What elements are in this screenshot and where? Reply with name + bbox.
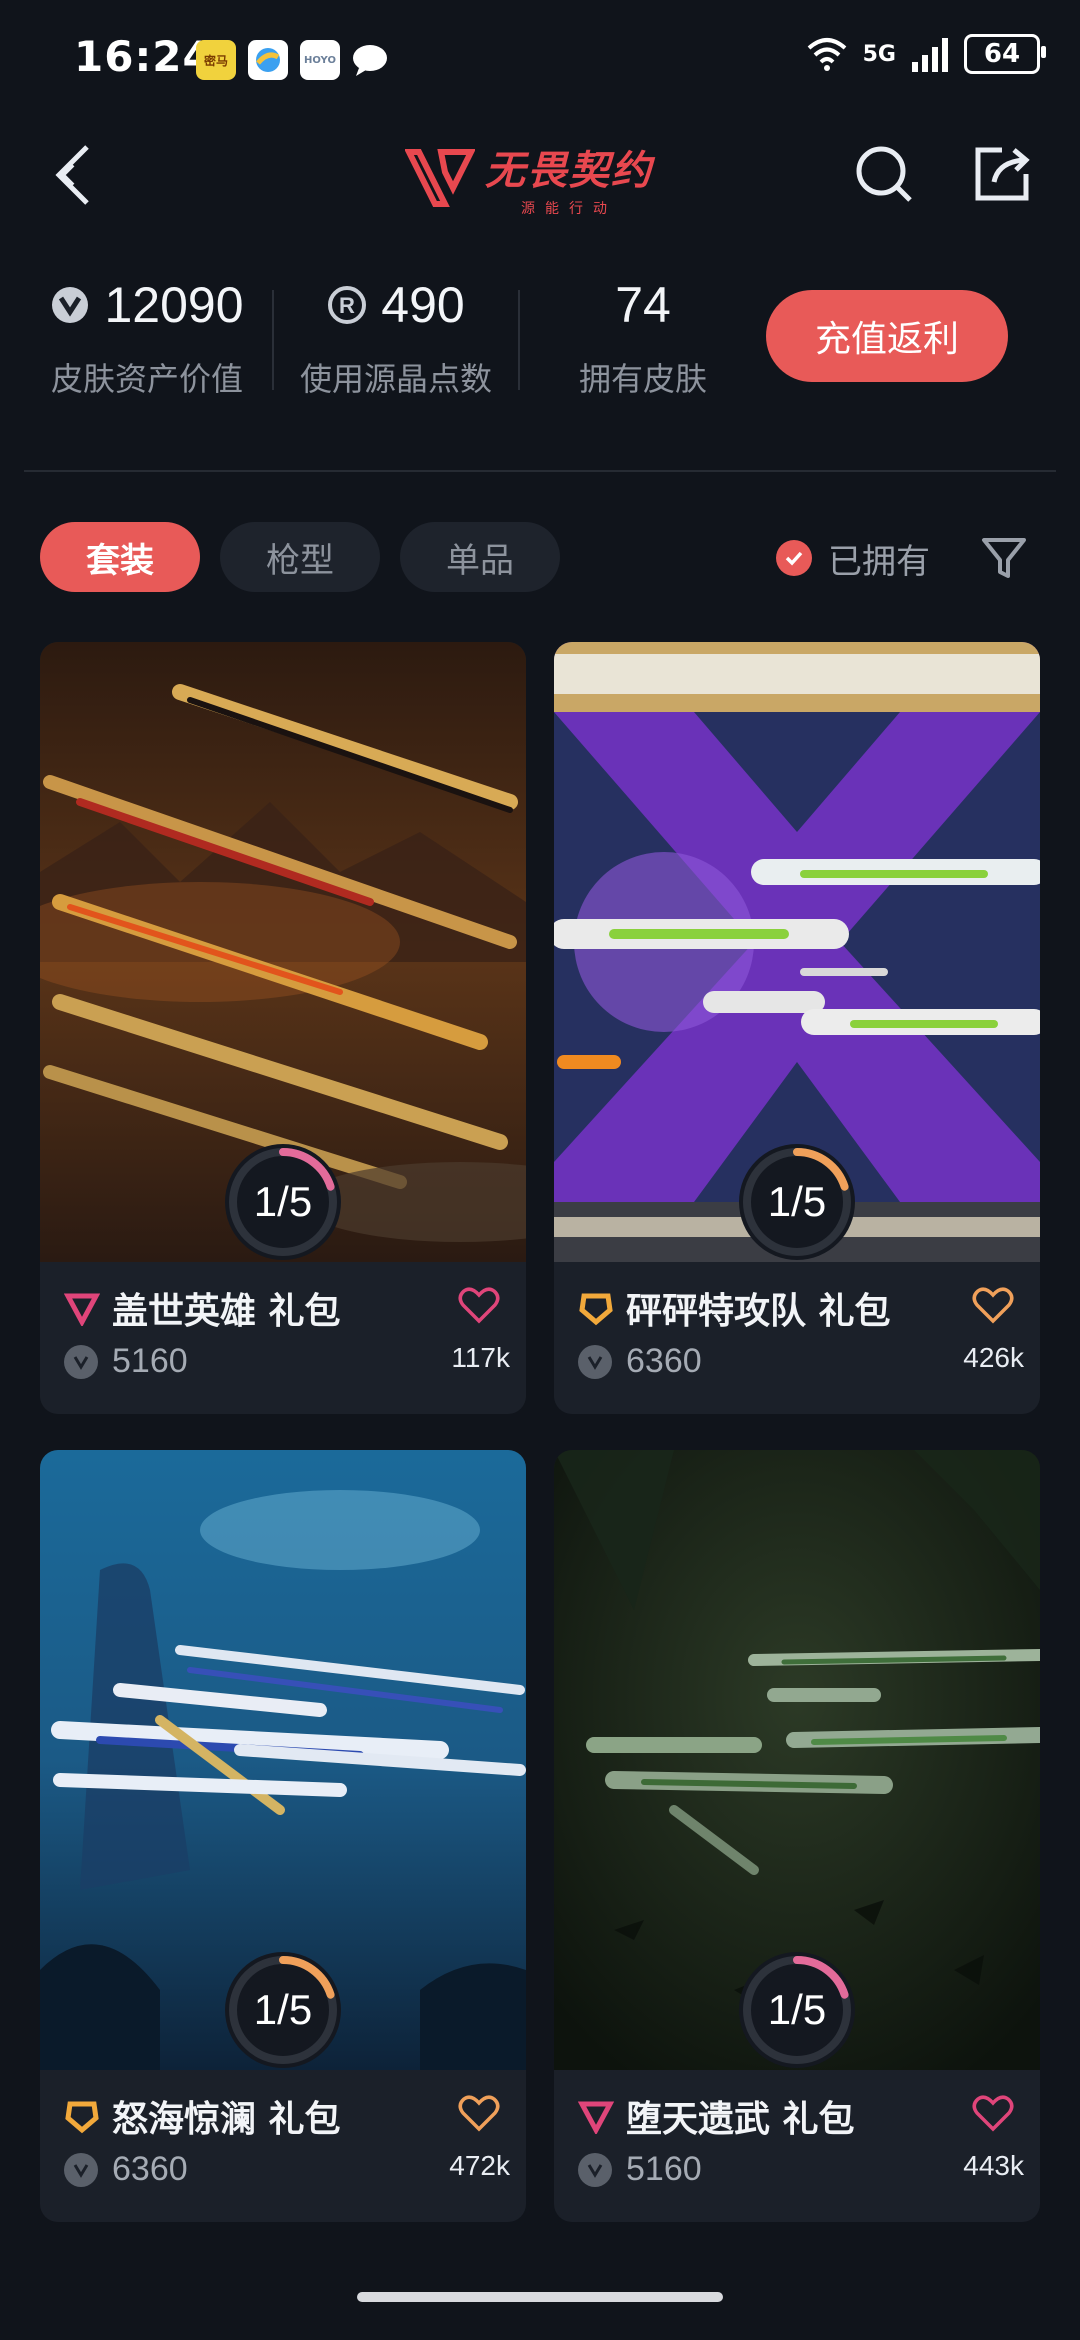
heart-icon[interactable]	[458, 1286, 500, 1324]
owned-filter-toggle[interactable]: 已拥有	[776, 534, 930, 582]
home-indicator[interactable]	[357, 2292, 723, 2302]
share-icon	[975, 147, 1030, 201]
checkmark-icon	[776, 540, 812, 576]
app-logo: 无畏契约 源能行动	[405, 138, 653, 218]
stat-separator	[518, 290, 520, 390]
stat-separator	[272, 290, 274, 390]
like-count: 472k	[449, 2150, 510, 2181]
progress-text: 1/5	[767, 1986, 827, 2033]
bundle-price: 6360	[626, 1342, 702, 1380]
bundle-title: 怒海惊澜 礼包	[112, 2099, 341, 2140]
stat-skin-value: 12090 皮肤资产价值	[50, 277, 244, 398]
svg-text:R: R	[339, 293, 355, 318]
stat-owned-skins: 74 拥有皮肤	[578, 277, 707, 398]
stat-radianite: R 490 使用源晶点数	[299, 277, 492, 398]
collection-progress-ring: 1/5	[737, 1950, 857, 2070]
bundle-price: 5160	[112, 1342, 188, 1380]
bundle-card[interactable]: 1/5 砰砰特攻队 礼包 6360 426k	[554, 642, 1040, 1414]
section-divider	[24, 470, 1056, 472]
bundle-title: 砰砰特攻队 礼包	[626, 1291, 891, 1332]
filter-icon	[982, 538, 1026, 578]
progress-text: 1/5	[253, 1178, 313, 1225]
owned-label: 已拥有	[828, 541, 930, 582]
wifi-icon	[807, 38, 846, 71]
category-tabs: 套装 枪型 单品	[40, 522, 560, 592]
vp-coin-icon	[64, 2152, 98, 2187]
network-type: 5G	[862, 41, 896, 67]
logo-title: 无畏契约	[485, 148, 653, 194]
app-header: 无畏契约 源能行动	[0, 120, 1080, 230]
heart-icon[interactable]	[972, 1286, 1014, 1324]
chevron-left-icon	[55, 145, 89, 205]
valorant-logo-icon	[405, 149, 475, 207]
browser-app-icon	[248, 40, 288, 80]
vp-coin-icon	[64, 1344, 98, 1379]
status-indicators: 5G 64	[805, 34, 1046, 74]
bundle-card[interactable]: 1/5 盖世英雄 礼包 5160 117k	[40, 642, 526, 1414]
progress-text: 1/5	[253, 1986, 313, 2033]
bundle-card[interactable]: 1/5 怒海惊澜 礼包 6360 472k	[40, 1450, 526, 2222]
bundle-title: 盖世英雄 礼包	[112, 1291, 341, 1332]
hoyo-app-icon: HOYO	[300, 40, 340, 80]
share-button[interactable]	[966, 138, 1038, 210]
status-bar: 16:24 密马 HOYO 5G 64	[0, 0, 1080, 120]
like-count: 443k	[963, 2150, 1024, 2181]
recharge-rebate-button[interactable]: 充值返利	[766, 290, 1008, 382]
tab-bundles[interactable]: 套装	[40, 522, 200, 592]
heart-icon[interactable]	[458, 2094, 500, 2132]
tier-exclusive-icon	[578, 1290, 614, 1326]
back-button[interactable]	[38, 140, 108, 210]
battery-indicator: 64	[964, 34, 1046, 74]
tab-weapon-types[interactable]: 枪型	[220, 522, 380, 592]
collection-progress-ring: 1/5	[223, 1142, 343, 1262]
bundle-price: 5160	[626, 2150, 702, 2188]
signal-icon	[912, 38, 948, 72]
like-count: 117k	[451, 1342, 510, 1373]
search-button[interactable]	[848, 138, 920, 210]
collection-progress-ring: 1/5	[737, 1142, 857, 1262]
tab-single-items[interactable]: 单品	[400, 522, 560, 592]
bundle-title: 堕天遗武 礼包	[626, 2099, 855, 2140]
filter-button[interactable]	[980, 534, 1028, 582]
message-app-icon	[350, 40, 390, 80]
vp-coin-icon	[578, 1344, 612, 1379]
radianite-icon: R	[328, 286, 367, 324]
search-icon	[856, 146, 912, 202]
logo-subtitle: 源能行动	[521, 201, 617, 217]
tier-premium-icon	[578, 2098, 614, 2134]
heart-icon[interactable]	[972, 2094, 1014, 2132]
like-count: 426k	[963, 1342, 1024, 1373]
vp-coin-icon	[52, 287, 89, 323]
bundle-card[interactable]: 1/5 堕天遗武 礼包 5160 443k	[554, 1450, 1040, 2222]
game-app-icon: 密马	[196, 40, 236, 80]
tier-premium-icon	[64, 1290, 100, 1326]
tier-exclusive-icon	[64, 2098, 100, 2134]
clock: 16:24	[74, 32, 213, 81]
progress-text: 1/5	[767, 1178, 827, 1225]
bundle-price: 6360	[112, 2150, 188, 2188]
collection-progress-ring: 1/5	[223, 1950, 343, 2070]
stats-panel: 12090 皮肤资产价值 R 490 使用源晶点数 74 拥有皮肤 充值返利	[0, 270, 1080, 420]
vp-coin-icon	[578, 2152, 612, 2187]
